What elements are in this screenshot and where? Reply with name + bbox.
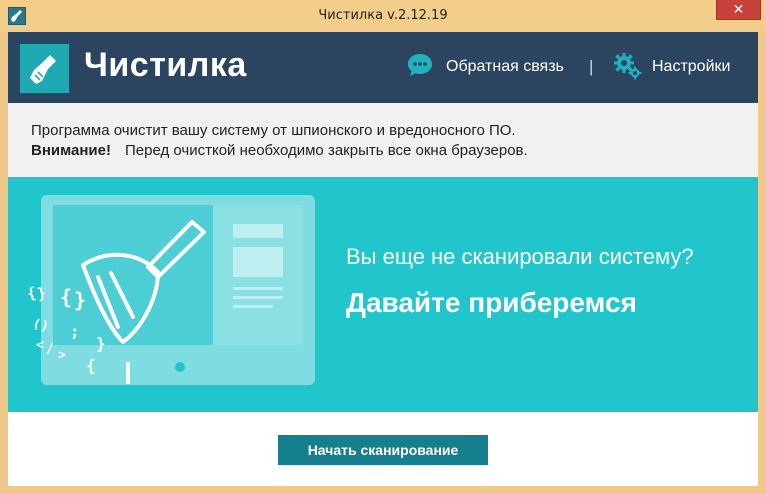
window-title: Чистилка v.2.12.19 [318,8,448,23]
hero-question: Вы еще не сканировали систему? [346,244,694,269]
close-button[interactable]: ✕ [716,0,761,20]
header-separator: | [589,57,594,76]
hero-banner: { } { } ( ) < / > ; } { Вы еще не сканир… [8,177,758,412]
settings-label: Настройки [652,58,731,75]
info-notice: Программа очистит вашу систему от шпионс… [8,103,758,177]
feedback-label: Обратная связь [446,58,564,75]
code-glyph-7: < [36,338,44,353]
warning-text: Перед очисткой необходимо закрыть все ок… [124,142,528,159]
app-header: Чистилка Обратная связь | Настройки [8,32,758,103]
code-glyph-4: } [74,288,86,312]
feedback-link[interactable]: Обратная связь [406,52,564,82]
settings-link[interactable]: Настройки [612,52,730,82]
monitor-with-broom-icon: { } { } ( ) < / > ; } { [26,195,315,385]
gears-icon [612,50,642,85]
start-scan-button[interactable]: Начать сканирование [278,435,488,465]
hero-call-to-action: Давайте приберемся [346,287,637,318]
chat-bubble-icon [406,51,434,84]
code-glyph-3: { [60,285,72,309]
action-bar: Начать сканирование [8,412,758,486]
code-glyph-9: > [58,348,66,363]
notice-description: Программа очистит вашу систему от шпионс… [31,122,516,139]
warning-label: Внимание! [31,142,111,159]
app-name: Чистилка [84,46,247,84]
code-glyph-8: / [46,342,54,357]
app-frame: Чистилка Обратная связь | Настройки Прог… [8,32,758,486]
notice-warning: Внимание! Перед очисткой необходимо закры… [31,142,528,159]
code-glyph-10: ; [70,322,80,341]
code-glyph-11: } [96,334,106,353]
code-glyph-12: { [86,356,96,375]
broom-icon [20,44,69,93]
title-bar: Чистилка v.2.12.19 ✕ [0,0,766,32]
app-window: Чистилка v.2.12.19 ✕ Чистилка Обратная с… [0,0,766,494]
